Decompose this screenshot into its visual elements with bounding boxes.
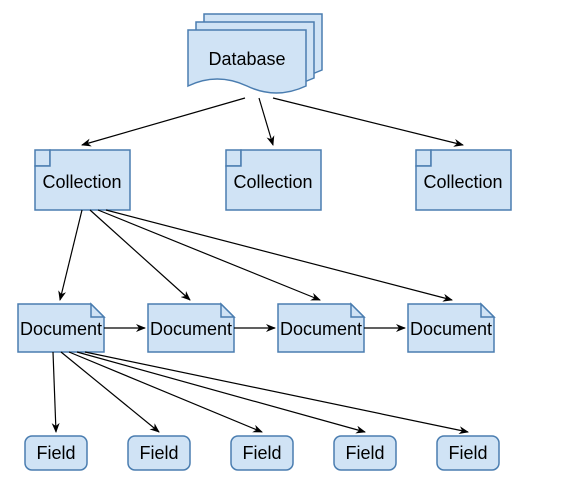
arrow [69, 352, 262, 432]
hierarchy-diagram: Database Collection Collection Collectio… [0, 0, 565, 500]
field-node: Field [128, 436, 190, 470]
arrow [82, 98, 245, 145]
arrow [53, 352, 56, 432]
collection-label: Collection [233, 172, 312, 192]
field-node: Field [231, 436, 293, 470]
arrow [259, 98, 273, 145]
field-label: Field [139, 443, 178, 463]
document-node: Document [408, 304, 494, 352]
collection-node: Collection [35, 150, 130, 210]
document-node: Document [148, 304, 234, 352]
document-node: Document [18, 304, 104, 352]
arrow [60, 210, 82, 300]
document-label: Document [20, 319, 102, 339]
arrow [273, 98, 463, 145]
document-label: Document [150, 319, 232, 339]
arrow [77, 352, 365, 432]
arrow [98, 210, 320, 300]
document-label: Document [280, 319, 362, 339]
arrow [106, 210, 452, 300]
collection-label: Collection [423, 172, 502, 192]
field-node: Field [437, 436, 499, 470]
document-label: Document [410, 319, 492, 339]
arrow [85, 352, 468, 432]
document-node: Document [278, 304, 364, 352]
field-node: Field [25, 436, 87, 470]
field-label: Field [36, 443, 75, 463]
collection-label: Collection [42, 172, 121, 192]
field-label: Field [345, 443, 384, 463]
arrow [90, 210, 190, 300]
field-label: Field [448, 443, 487, 463]
collection-node: Collection [416, 150, 511, 210]
database-label: Database [208, 49, 285, 69]
field-node: Field [334, 436, 396, 470]
field-label: Field [242, 443, 281, 463]
collection-node: Collection [226, 150, 321, 210]
database-node: Database [188, 14, 322, 93]
